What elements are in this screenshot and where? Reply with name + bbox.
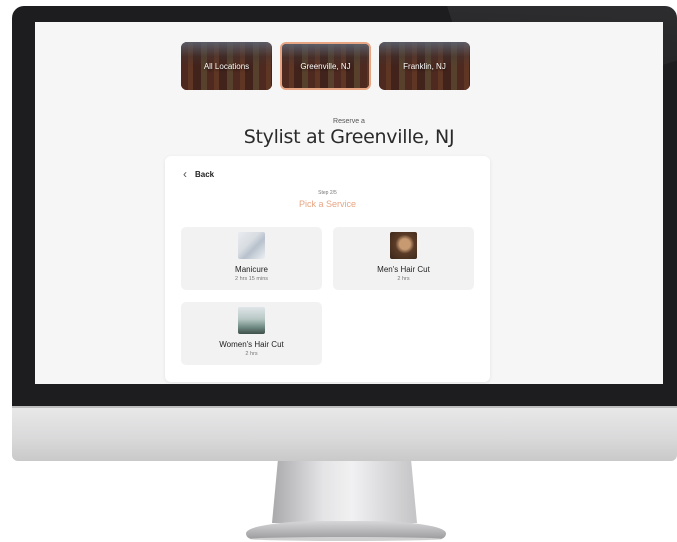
service-duration: 2 hrs bbox=[397, 276, 410, 282]
reserve-prefix: Reserve a bbox=[333, 118, 365, 125]
step-indicator: Step 2/5 bbox=[318, 190, 337, 196]
location-tab-label: Franklin, NJ bbox=[403, 61, 446, 71]
location-tab-label: Greenville, NJ bbox=[300, 61, 351, 71]
location-tabs: All Locations Greenville, NJ Franklin, N… bbox=[181, 42, 470, 90]
back-button[interactable]: ‹ Back bbox=[183, 167, 214, 181]
service-tile-manicure[interactable]: Manicure 2 hrs 15 mins bbox=[181, 227, 322, 290]
monitor-bezel: All Locations Greenville, NJ Franklin, N… bbox=[12, 6, 677, 406]
service-tile-mens-haircut[interactable]: Men's Hair Cut 2 hrs bbox=[333, 227, 474, 290]
booking-card: ‹ Back Step 2/5 Pick a Service Manicure … bbox=[165, 156, 490, 382]
womens-haircut-photo bbox=[238, 307, 265, 334]
location-tab-franklin[interactable]: Franklin, NJ bbox=[379, 42, 470, 90]
monitor-stand-neck bbox=[272, 461, 417, 523]
step-title: Pick a Service bbox=[298, 199, 357, 209]
mens-haircut-photo bbox=[390, 232, 417, 259]
service-name: Women's Hair Cut bbox=[219, 340, 284, 349]
service-name: Manicure bbox=[235, 265, 268, 274]
chevron-left-icon: ‹ bbox=[183, 167, 187, 181]
back-label: Back bbox=[195, 169, 215, 179]
service-name: Men's Hair Cut bbox=[377, 265, 430, 274]
monitor-chin-edge bbox=[12, 406, 677, 408]
service-duration: 2 hrs 15 mins bbox=[234, 276, 268, 282]
location-tab-label: All Locations bbox=[203, 61, 250, 71]
location-tab-greenville[interactable]: Greenville, NJ bbox=[280, 42, 371, 90]
location-tab-all[interactable]: All Locations bbox=[181, 42, 272, 90]
manicure-photo bbox=[238, 232, 265, 259]
service-tile-womens-haircut[interactable]: Women's Hair Cut 2 hrs bbox=[181, 302, 322, 365]
monitor-chin bbox=[12, 406, 677, 461]
monitor-screen: All Locations Greenville, NJ Franklin, N… bbox=[35, 22, 663, 384]
service-duration: 2 hrs bbox=[245, 351, 258, 357]
page-title: Stylist at Greenville, NJ bbox=[243, 126, 455, 148]
monitor-stand-shadow bbox=[250, 537, 442, 541]
